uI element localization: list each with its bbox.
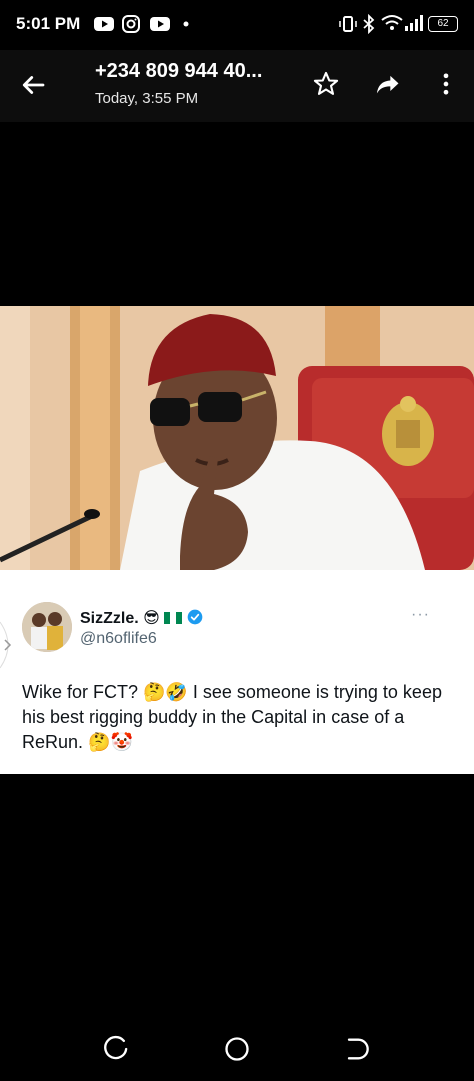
tweet-author-handle[interactable]: @n6oflife6 bbox=[80, 630, 157, 648]
battery-icon: 62 bbox=[428, 16, 458, 32]
nigeria-flag-icon bbox=[164, 612, 183, 624]
author-name-text: SizZzle. bbox=[80, 610, 139, 627]
tweet-card[interactable]: SizZzle. 😎 @n6oflife6 ··· Wike for FCT? … bbox=[0, 570, 474, 774]
tweet-more-icon[interactable]: ··· bbox=[411, 606, 430, 624]
verified-badge-icon bbox=[187, 609, 203, 625]
message-timestamp: Today, 3:55 PM bbox=[95, 90, 199, 107]
instagram-icon bbox=[122, 15, 140, 33]
tweet-photo[interactable] bbox=[0, 306, 474, 570]
home-icon[interactable] bbox=[223, 1035, 251, 1063]
vibrate-icon bbox=[339, 16, 357, 32]
star-icon[interactable] bbox=[312, 70, 340, 98]
avatar-image bbox=[22, 602, 72, 652]
back-arrow-icon[interactable] bbox=[18, 70, 48, 100]
more-vert-icon[interactable] bbox=[432, 70, 460, 98]
man-in-red-cap-illustration bbox=[0, 306, 474, 570]
chevron-right-icon[interactable] bbox=[0, 620, 18, 670]
status-time: 5:01 PM bbox=[16, 14, 81, 33]
notification-dot-icon bbox=[183, 21, 189, 27]
youtube-icon bbox=[150, 17, 170, 31]
youtube-icon bbox=[94, 17, 114, 31]
bluetooth-icon bbox=[363, 14, 375, 34]
wifi-icon bbox=[381, 15, 403, 30]
signal-icon bbox=[405, 15, 423, 31]
sunglasses-emoji: 😎 bbox=[143, 610, 160, 627]
battery-level: 62 bbox=[437, 18, 449, 29]
tweet-author-name[interactable]: SizZzle. 😎 bbox=[80, 608, 203, 628]
avatar[interactable] bbox=[22, 602, 72, 652]
contact-title: +234 809 944 40... bbox=[95, 60, 263, 82]
share-icon[interactable] bbox=[374, 70, 402, 98]
status-bar: 5:01 PM 62 bbox=[0, 0, 474, 50]
back-icon[interactable] bbox=[342, 1035, 370, 1063]
recents-icon[interactable] bbox=[104, 1035, 132, 1063]
tweet-text: Wike for FCT? 🤔🤣 I see someone is trying… bbox=[22, 682, 442, 752]
message-app-bar: +234 809 944 40... Today, 3:55 PM bbox=[0, 50, 474, 122]
